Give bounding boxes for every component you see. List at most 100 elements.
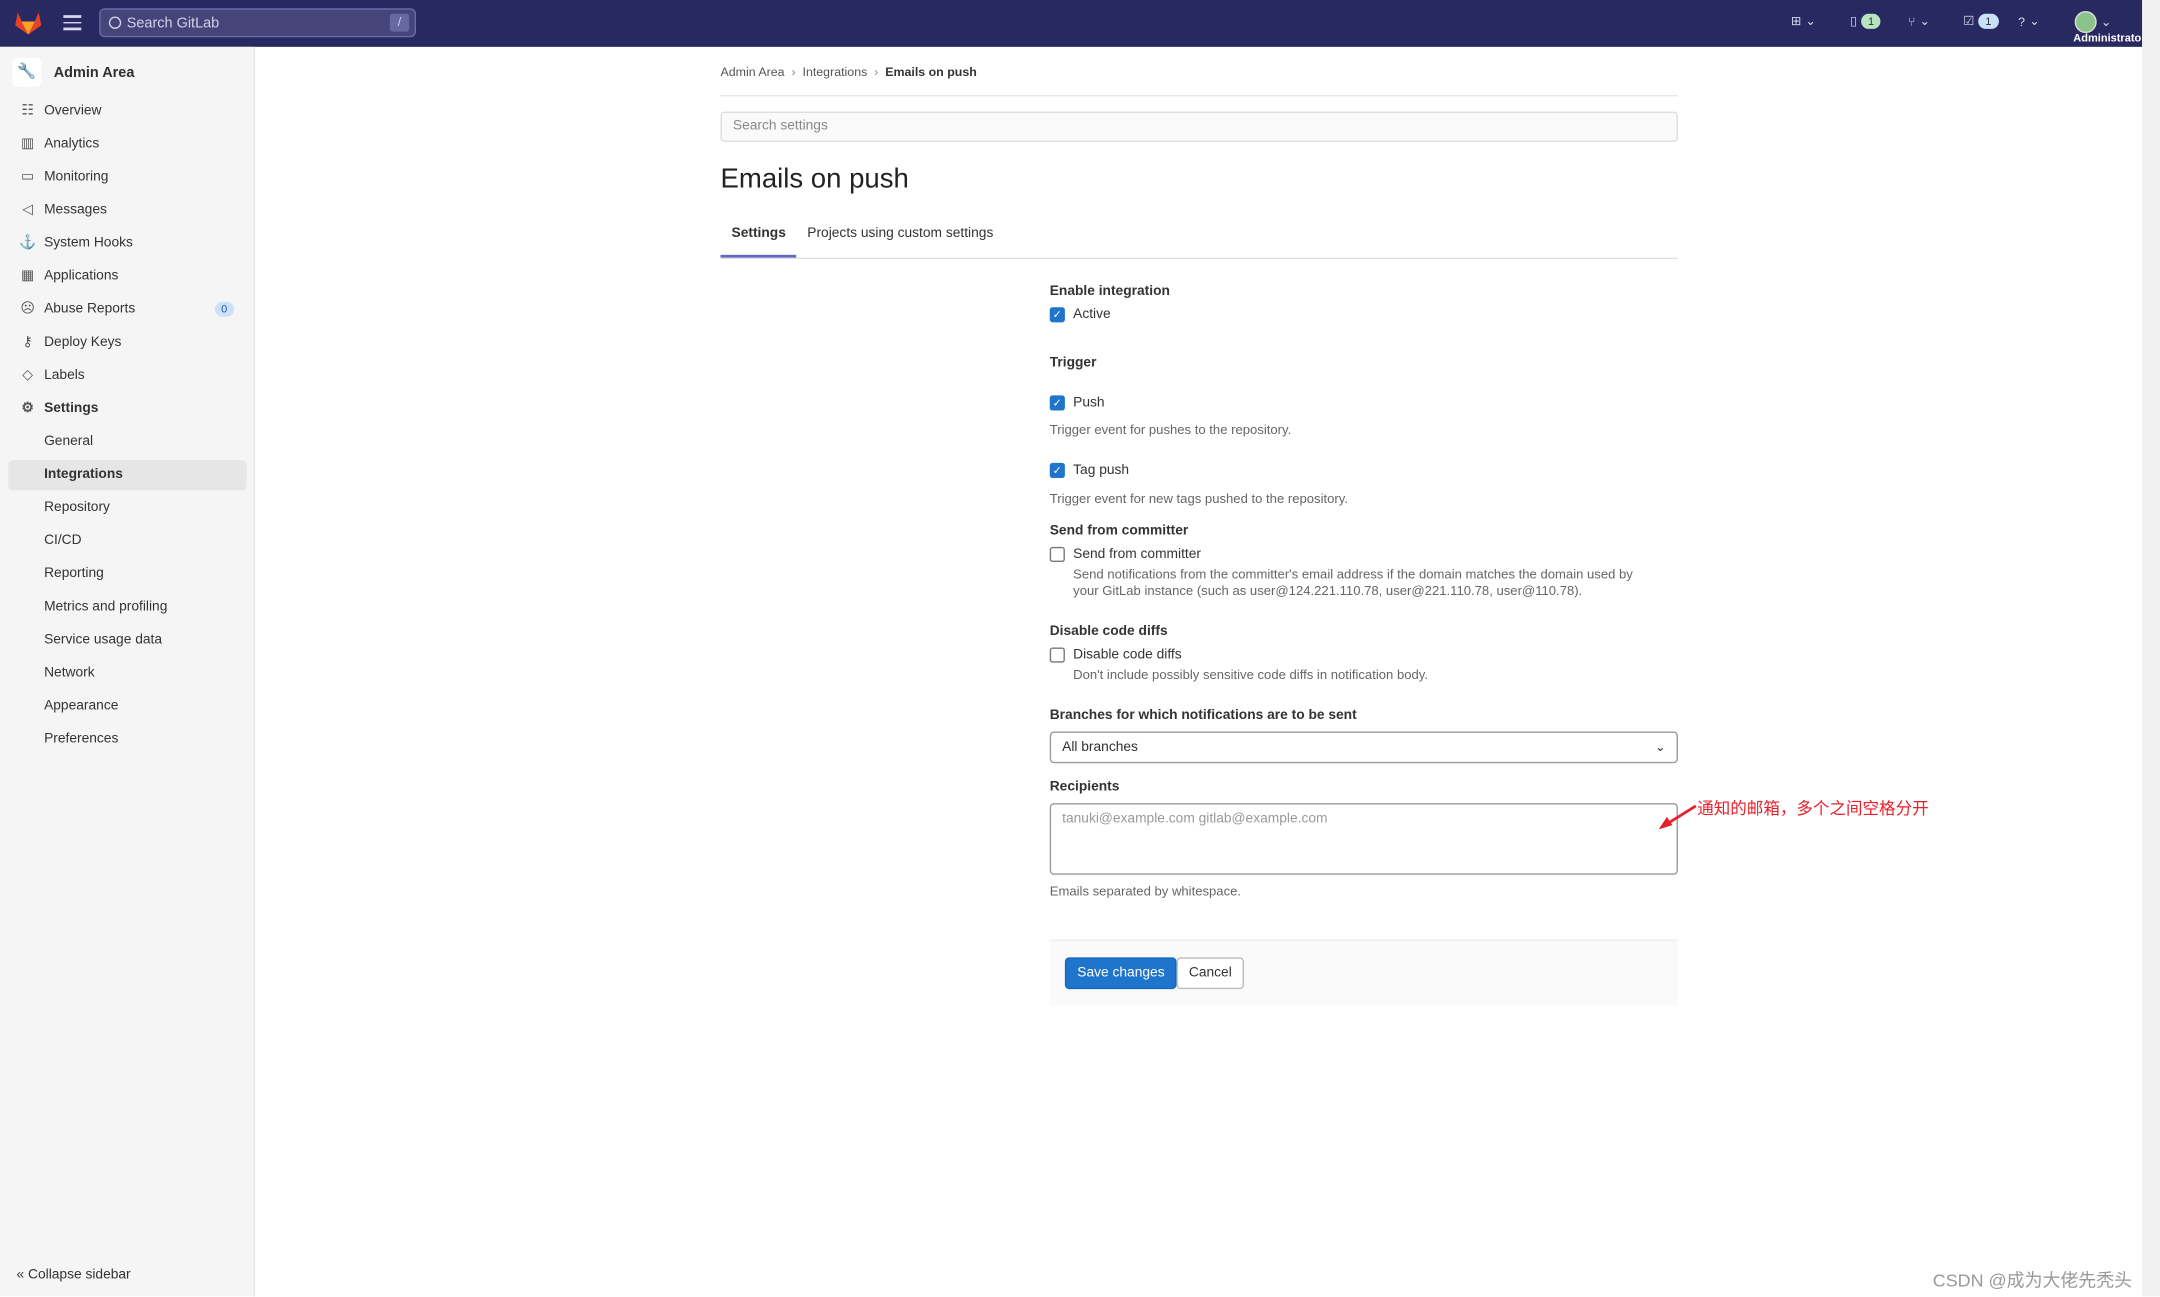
disable-code-diffs-checkbox[interactable] xyxy=(1049,647,1065,663)
sidebar-header[interactable]: 🔧 Admin Area xyxy=(12,57,135,87)
push-checkbox[interactable]: ✓ xyxy=(1049,395,1065,411)
new-dropdown-button[interactable]: ⊞ ⌄ xyxy=(1791,14,1816,29)
branches-select[interactable]: All branches ⌄ xyxy=(1049,731,1678,764)
sidebar-item-system-hooks[interactable]: ⚓ System Hooks xyxy=(8,229,246,259)
sidebar-subitem-metrics[interactable]: Metrics and profiling xyxy=(8,592,246,622)
search-gitlab-input[interactable]: Search GitLab / xyxy=(99,8,417,38)
megaphone-icon: ◁ xyxy=(22,202,33,218)
issues-icon: ▯ xyxy=(1850,13,1857,28)
page-scrollbar[interactable] xyxy=(2142,0,2160,1297)
label: Monitoring xyxy=(44,169,109,185)
chevron-down-icon: ⌄ xyxy=(1805,13,1816,28)
label: Network xyxy=(44,665,95,681)
todos-count: 1 xyxy=(1978,13,1999,29)
help-icon: ? xyxy=(2018,14,2026,29)
active-checkbox[interactable]: ✓ xyxy=(1049,307,1065,323)
sidebar: 🔧 Admin Area ☷ Overview ▥ Analytics ▭ Monito… xyxy=(0,46,255,1297)
push-help: Trigger event for pushes to the reposito… xyxy=(1049,422,1292,439)
breadcrumb: Admin Area › Integrations › Emails on push xyxy=(720,65,976,79)
sidebar-subitem-service-usage[interactable]: Service usage data xyxy=(8,625,246,655)
save-changes-button[interactable]: Save changes xyxy=(1064,957,1178,990)
label: Settings xyxy=(44,400,99,417)
sidebar-subitem-repository[interactable]: Repository xyxy=(8,493,246,523)
label: Repository xyxy=(44,500,110,516)
chevron-right-icon: › xyxy=(874,64,879,79)
avatar xyxy=(2074,11,2097,34)
annotation-arrow-icon xyxy=(1658,804,1697,830)
hamburger-menu-icon[interactable] xyxy=(63,15,82,34)
todos-button[interactable]: ☑ 1 xyxy=(1963,13,1999,29)
chevron-right-icon: › xyxy=(791,64,796,79)
breadcrumb-current[interactable]: Emails on push xyxy=(885,65,977,79)
wrench-icon: 🔧 xyxy=(12,57,42,87)
send-from-committer-label: Send from committer xyxy=(1073,546,1202,563)
breadcrumb-admin[interactable]: Admin Area xyxy=(720,65,784,79)
branches-label: Branches for which notifications are to … xyxy=(1049,708,1357,724)
trigger-label: Trigger xyxy=(1049,355,1097,371)
sidebar-item-settings[interactable]: ⚙ Settings xyxy=(8,394,246,424)
label-icon: ◇ xyxy=(22,367,33,383)
cancel-button[interactable]: Cancel xyxy=(1176,957,1245,990)
recipients-help: Emails separated by whitespace. xyxy=(1049,884,1242,900)
sidebar-item-monitoring[interactable]: ▭ Monitoring xyxy=(8,163,246,193)
sidebar-item-applications[interactable]: ▦ Applications xyxy=(8,262,246,292)
user-name: Administrator xyxy=(2073,31,2146,45)
merge-requests-button[interactable]: ⑂ ⌄ xyxy=(1908,14,1930,29)
sidebar-item-analytics[interactable]: ▥ Analytics xyxy=(8,129,246,159)
sidebar-item-labels[interactable]: ◇ Labels xyxy=(8,361,246,391)
label: Messages xyxy=(44,202,107,218)
active-label: Active xyxy=(1073,307,1111,323)
sidebar-subitem-network[interactable]: Network xyxy=(8,658,246,688)
recipients-textarea[interactable]: tanuki@example.com gitlab@example.com xyxy=(1049,803,1678,875)
todo-icon: ☑ xyxy=(1963,13,1975,28)
sidebar-item-overview[interactable]: ☷ Overview xyxy=(8,96,246,126)
sidebar-item-messages[interactable]: ◁ Messages xyxy=(8,196,246,226)
send-from-committer-checkbox[interactable] xyxy=(1049,546,1065,563)
branches-value: All branches xyxy=(1062,739,1138,755)
label: Metrics and profiling xyxy=(44,599,168,615)
label: Appearance xyxy=(44,698,119,714)
tab-projects-custom-settings[interactable]: Projects using custom settings xyxy=(807,218,993,258)
chevron-down-icon: ⌄ xyxy=(2029,13,2040,28)
tag-push-help: Trigger event for new tags pushed to the… xyxy=(1049,491,1349,507)
sidebar-title: Admin Area xyxy=(53,64,135,81)
chart-icon: ▥ xyxy=(21,136,35,152)
overview-icon: ☷ xyxy=(21,103,34,119)
user-menu-button[interactable]: ⌄ xyxy=(2074,11,2111,34)
tag-push-checkbox[interactable]: ✓ xyxy=(1049,462,1065,479)
disable-code-diffs-heading: Disable code diffs xyxy=(1049,624,1168,640)
tab-settings[interactable]: Settings xyxy=(720,218,797,258)
collapse-sidebar-button[interactable]: « Collapse sidebar xyxy=(17,1267,131,1282)
shortcut-hint: / xyxy=(389,13,410,32)
committer-help-line2: your GitLab instance (such as user@124.2… xyxy=(1073,584,1583,600)
double-chevron-left-icon: « xyxy=(16,1267,25,1283)
collapse-label: Collapse sidebar xyxy=(28,1267,131,1283)
disable-code-diffs-label: Disable code diffs xyxy=(1073,647,1182,663)
sidebar-subitem-integrations[interactable]: Integrations xyxy=(8,460,247,491)
sidebar-item-abuse-reports[interactable]: ☹ Abuse Reports 0 xyxy=(8,295,246,325)
sidebar-item-deploy-keys[interactable]: ⚷ Deploy Keys xyxy=(8,328,246,358)
form-actions: Save changes Cancel xyxy=(1049,939,1678,1006)
chevron-down-icon: ⌄ xyxy=(1655,739,1666,754)
issues-button[interactable]: ▯ 1 xyxy=(1850,13,1881,29)
sidebar-subitem-general[interactable]: General xyxy=(8,427,246,457)
search-settings-input[interactable]: Search settings xyxy=(720,111,1678,142)
gitlab-logo[interactable] xyxy=(15,11,42,36)
sidebar-subitem-reporting[interactable]: Reporting xyxy=(8,559,246,589)
merge-request-icon: ⑂ xyxy=(1907,14,1916,29)
sidebar-subitem-cicd[interactable]: CI/CD xyxy=(8,526,246,556)
sidebar-subitem-appearance[interactable]: Appearance xyxy=(8,692,246,722)
help-button[interactable]: ? ⌄ xyxy=(2018,14,2039,29)
gear-icon: ⚙ xyxy=(21,400,34,417)
issues-count: 1 xyxy=(1861,13,1881,29)
sidebar-subitem-preferences[interactable]: Preferences xyxy=(8,725,246,755)
label: Abuse Reports xyxy=(44,301,136,317)
push-label: Push xyxy=(1073,395,1105,411)
search-placeholder: Search GitLab xyxy=(126,15,220,32)
tabs: Settings Projects using custom settings xyxy=(720,218,1678,259)
chevron-down-icon: ⌄ xyxy=(1919,13,1930,28)
label: Service usage data xyxy=(44,632,163,648)
key-icon: ⚷ xyxy=(22,334,33,350)
breadcrumb-integrations[interactable]: Integrations xyxy=(802,65,867,79)
anchor-icon: ⚓ xyxy=(19,235,37,251)
